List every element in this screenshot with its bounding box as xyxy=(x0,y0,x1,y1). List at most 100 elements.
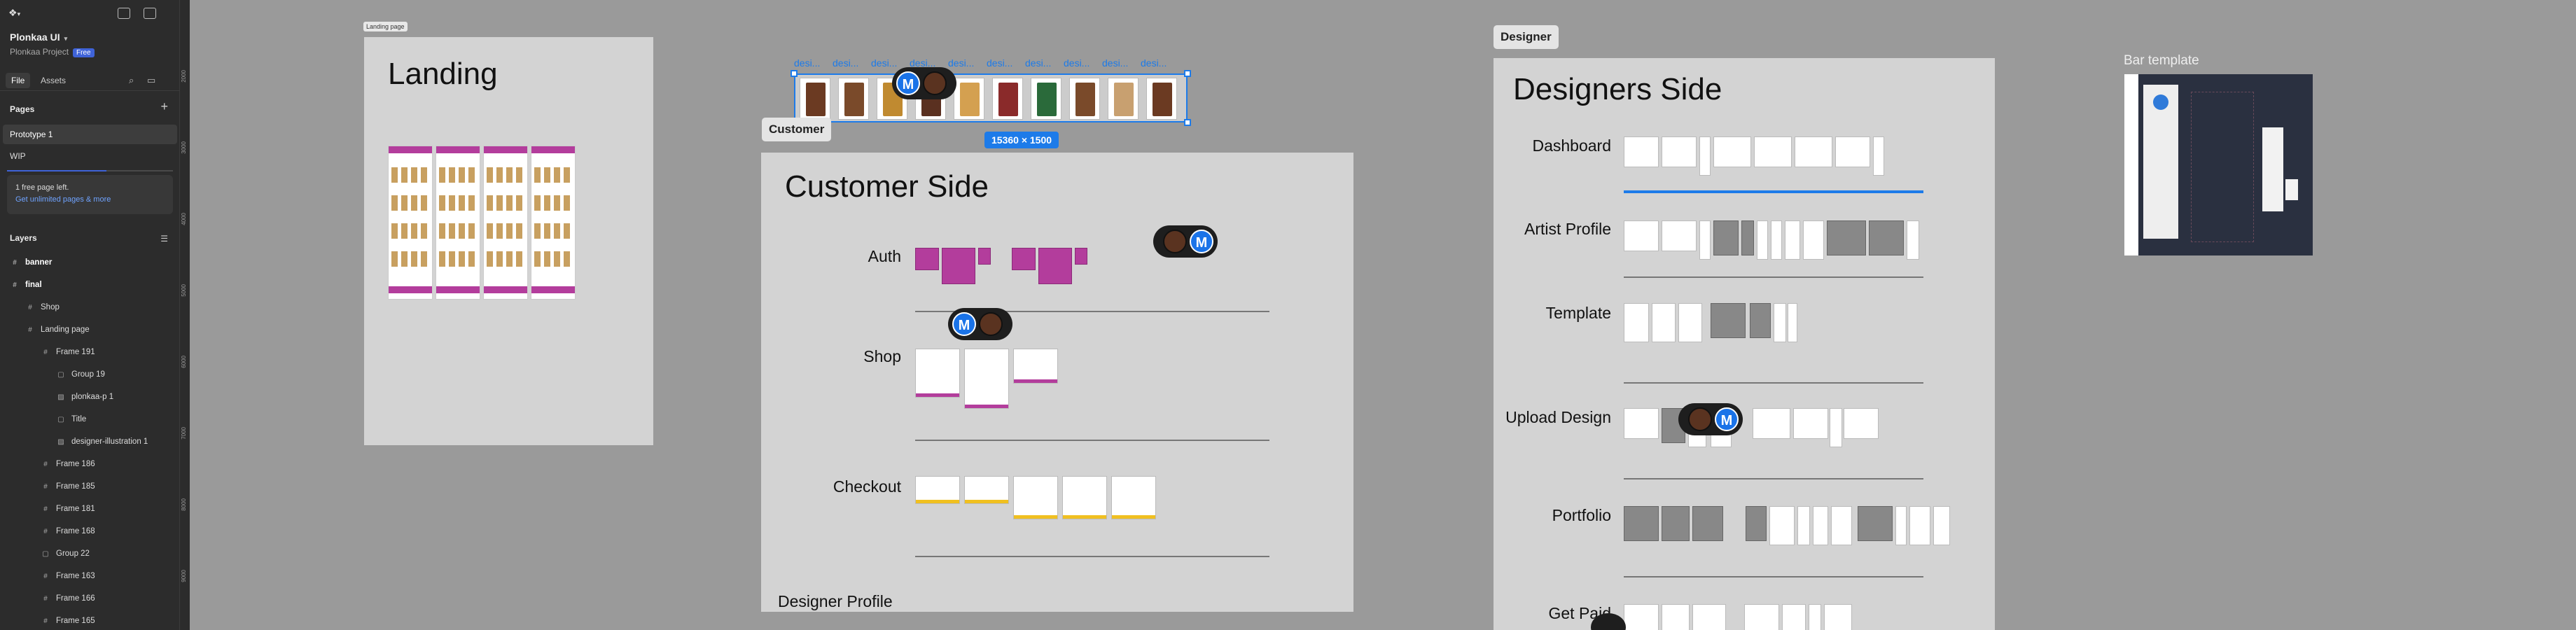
customer-section-chip[interactable]: Customer xyxy=(762,118,832,141)
screen-thumbnail[interactable] xyxy=(1830,408,1842,447)
screen-thumbnail[interactable] xyxy=(1831,506,1852,545)
screen-thumbnail[interactable] xyxy=(1788,303,1797,342)
screen-thumbnail[interactable] xyxy=(1711,303,1746,338)
screen-thumbnail[interactable] xyxy=(1757,220,1768,260)
screen-thumbnail[interactable] xyxy=(1809,604,1821,630)
resize-handle[interactable] xyxy=(791,70,798,77)
upsell-link[interactable]: Get unlimited pages & more xyxy=(15,194,165,206)
layer-item[interactable]: # Frame 186 xyxy=(0,453,180,475)
banner-frame-label[interactable]: desi... xyxy=(1025,57,1051,69)
screen-thumbnail[interactable] xyxy=(1624,506,1659,541)
screen-thumbnail[interactable] xyxy=(964,349,1009,409)
layer-item[interactable]: # Frame 168 xyxy=(0,520,180,542)
layer-item[interactable]: ▢ Group 22 xyxy=(0,542,180,565)
screen-thumbnail[interactable] xyxy=(1782,604,1806,630)
screen-thumbnail[interactable] xyxy=(1624,408,1659,439)
layer-item[interactable]: ▨ plonkaa-p 1 xyxy=(0,386,180,408)
layer-item[interactable]: # Landing page xyxy=(0,318,180,341)
screen-thumbnail[interactable] xyxy=(1662,506,1690,541)
screen-thumbnail[interactable] xyxy=(1909,506,1930,545)
screen-thumbnail[interactable] xyxy=(1753,408,1790,439)
screen-thumbnail[interactable] xyxy=(1824,604,1852,630)
screen-thumbnail[interactable] xyxy=(942,248,975,284)
layer-item[interactable]: # Frame 166 xyxy=(0,587,180,610)
screen-thumbnail[interactable] xyxy=(1713,220,1739,255)
banner-frame-label[interactable]: desi... xyxy=(1064,57,1089,69)
landing-frame[interactable]: Landing xyxy=(364,37,653,445)
banner-design-thumbnail[interactable] xyxy=(838,78,869,120)
layer-item[interactable]: # Frame 163 xyxy=(0,565,180,587)
screen-thumbnail[interactable] xyxy=(1013,349,1058,384)
screen-thumbnail[interactable] xyxy=(1741,220,1754,255)
screen-thumbnail[interactable] xyxy=(1692,506,1723,541)
screen-thumbnail[interactable] xyxy=(1662,604,1690,630)
screen-thumbnail[interactable] xyxy=(1075,248,1087,265)
tab-assets[interactable]: Assets xyxy=(35,73,71,88)
screen-thumbnail[interactable] xyxy=(1793,408,1828,439)
layer-item[interactable]: # final xyxy=(0,274,180,296)
banner-frame-label[interactable]: desi... xyxy=(794,57,820,69)
screen-thumbnail[interactable] xyxy=(1624,136,1659,167)
landing-frame-tag[interactable]: Landing page xyxy=(363,22,408,31)
screen-thumbnail[interactable] xyxy=(1873,136,1884,176)
page-item-prototype-1[interactable]: Prototype 1 xyxy=(3,125,177,144)
banner-frame-label[interactable]: desi... xyxy=(948,57,974,69)
layer-item[interactable]: # Shop xyxy=(0,296,180,318)
file-name[interactable]: Plonkaa UI ▾ xyxy=(10,31,67,43)
page-item-wip[interactable]: WIP xyxy=(3,146,177,166)
banner-frame-label[interactable]: desi... xyxy=(987,57,1012,69)
screen-thumbnail[interactable] xyxy=(1624,604,1659,630)
screen-thumbnail[interactable] xyxy=(1013,476,1058,519)
designer-frame[interactable]: Designers Side Dashboard Artist Profile … xyxy=(1494,58,1995,630)
bar-template-frame[interactable] xyxy=(2124,74,2313,255)
screen-thumbnail[interactable] xyxy=(1111,476,1156,519)
banner-frame-label[interactable]: desi... xyxy=(833,57,858,69)
screen-thumbnail[interactable] xyxy=(1662,136,1697,167)
screen-thumbnail[interactable] xyxy=(1692,604,1726,630)
screen-thumbnail[interactable] xyxy=(1785,220,1800,260)
designer-section-chip[interactable]: Designer xyxy=(1494,25,1559,49)
screen-thumbnail[interactable] xyxy=(1624,220,1659,251)
screen-thumbnail[interactable] xyxy=(1746,506,1767,541)
screen-thumbnail[interactable] xyxy=(1907,220,1919,260)
layout-icon[interactable] xyxy=(118,8,130,19)
screen-thumbnail[interactable] xyxy=(1827,220,1866,255)
screen-thumbnail[interactable] xyxy=(915,476,960,504)
layer-item[interactable]: # Frame 191 xyxy=(0,341,180,363)
screen-thumbnail[interactable] xyxy=(915,349,960,398)
screen-thumbnail[interactable] xyxy=(1858,506,1893,541)
landing-screen-thumbnail[interactable] xyxy=(531,146,576,300)
layer-item[interactable]: # Frame 185 xyxy=(0,475,180,498)
add-page-icon[interactable]: + xyxy=(160,99,168,114)
tab-file[interactable]: File xyxy=(6,73,31,88)
resize-handle[interactable] xyxy=(1184,119,1191,126)
layer-item[interactable]: ▢ Title xyxy=(0,408,180,430)
banner-design-thumbnail[interactable] xyxy=(1146,78,1177,120)
banner-frame-label[interactable]: desi... xyxy=(871,57,897,69)
screen-thumbnail[interactable] xyxy=(964,476,1009,504)
screen-thumbnail[interactable] xyxy=(1699,220,1711,260)
screen-thumbnail[interactable] xyxy=(1835,136,1870,167)
canvas[interactable]: 2000 3000 4000 5000 6000 7000 8000 9000 Landing… xyxy=(180,0,2576,630)
banner-design-thumbnail[interactable] xyxy=(992,78,1023,120)
layer-item[interactable]: ▨ designer-illustration 1 xyxy=(0,430,180,453)
screen-thumbnail[interactable] xyxy=(915,248,939,270)
screen-thumbnail[interactable] xyxy=(1797,506,1810,545)
screen-thumbnail[interactable] xyxy=(1713,136,1751,167)
screen-thumbnail[interactable] xyxy=(1012,248,1036,270)
screen-thumbnail[interactable] xyxy=(1038,248,1072,284)
screen-thumbnail[interactable] xyxy=(1795,136,1832,167)
banner-design-thumbnail[interactable] xyxy=(954,78,984,120)
resize-handle[interactable] xyxy=(1184,70,1191,77)
screen-thumbnail[interactable] xyxy=(1774,303,1786,342)
screen-thumbnail[interactable] xyxy=(1769,506,1795,545)
landing-screen-thumbnail[interactable] xyxy=(388,146,433,300)
screen-thumbnail[interactable] xyxy=(1933,506,1950,545)
customer-frame[interactable]: Customer Side Auth Shop Checkout Designe… xyxy=(761,153,1353,612)
banner-design-thumbnail[interactable] xyxy=(1069,78,1100,120)
banner-design-thumbnail[interactable] xyxy=(1108,78,1139,120)
library-icon[interactable]: ▭ xyxy=(147,76,157,85)
screen-thumbnail[interactable] xyxy=(1771,220,1782,260)
screen-thumbnail[interactable] xyxy=(1895,506,1907,545)
layer-item[interactable]: # Frame 181 xyxy=(0,498,180,520)
